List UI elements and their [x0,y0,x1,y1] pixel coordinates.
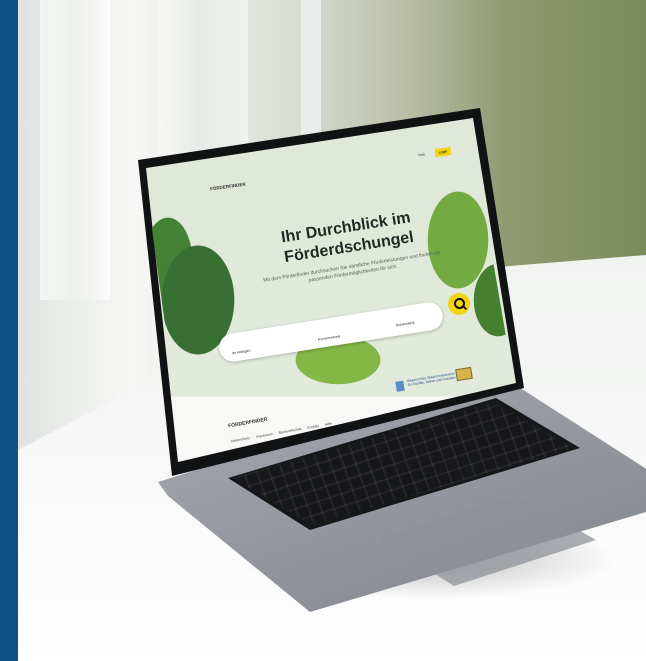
search-button [448,293,470,315]
ministry-icon [395,380,405,392]
blue-side-bar [0,0,18,661]
photo-scene: FÖRDERFINDER Türk Login Ihr Durchblick i… [18,0,646,661]
coat-of-arms-icon [455,366,473,382]
search-icon [454,298,465,309]
laptop: FÖRDERFINDER Türk Login Ihr Durchblick i… [18,0,646,661]
